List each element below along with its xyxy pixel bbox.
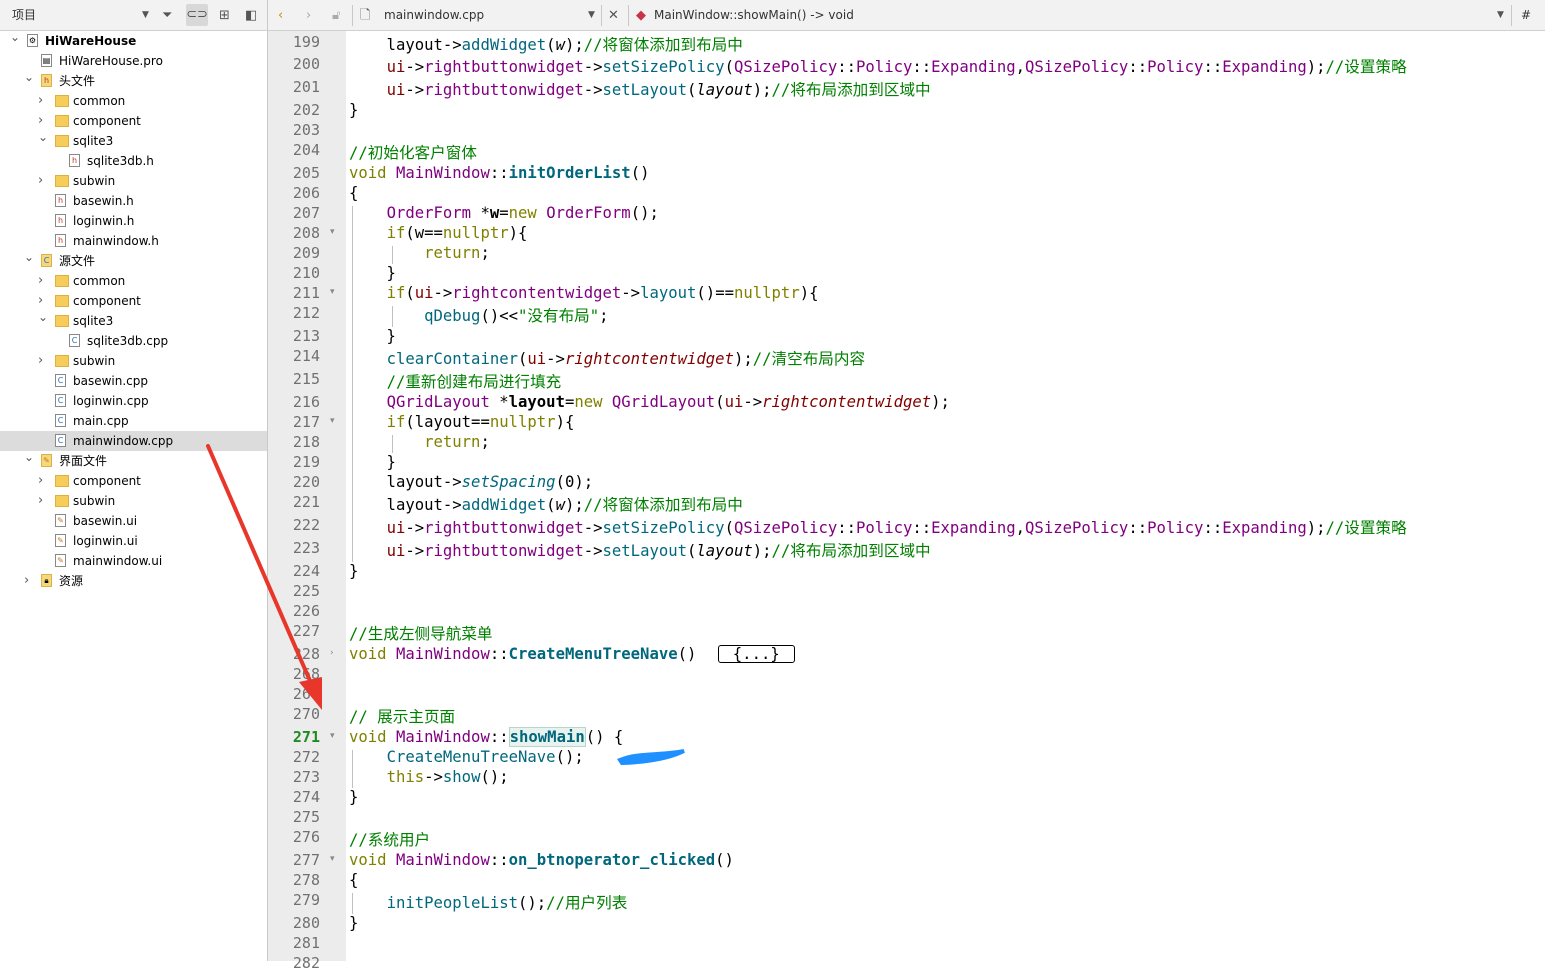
annotation-overlay (206, 444, 685, 766)
red-arrow-line (206, 444, 316, 692)
blue-scribble (616, 749, 685, 766)
red-arrow-head (299, 677, 322, 710)
